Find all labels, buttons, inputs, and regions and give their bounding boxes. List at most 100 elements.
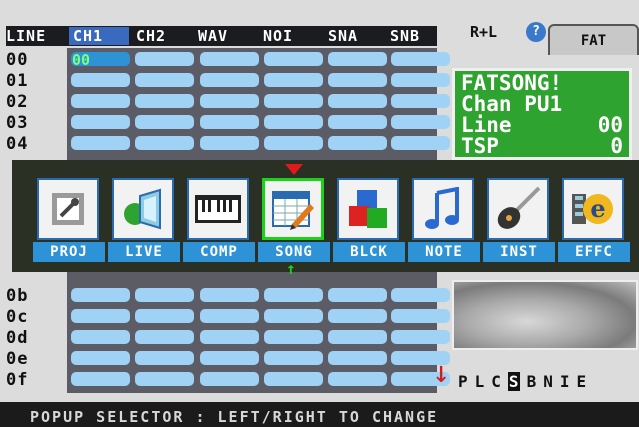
- grid-cell[interactable]: [135, 94, 194, 108]
- channel-ch1[interactable]: CH1: [69, 27, 129, 45]
- grid-cell[interactable]: [264, 73, 323, 87]
- grid-cell[interactable]: [71, 351, 130, 365]
- grid-cell[interactable]: [391, 288, 450, 302]
- grid-cell[interactable]: [71, 372, 130, 386]
- popup-item-note[interactable]: NOTE: [408, 178, 480, 263]
- channel-snb[interactable]: SNB: [390, 27, 440, 45]
- grid-cell[interactable]: [264, 115, 323, 129]
- row-label-0c: 0c: [6, 307, 29, 327]
- channel-header: LINE CH1 CH2 WAV NOI SNA SNB: [6, 26, 437, 46]
- grid-cell[interactable]: [200, 52, 259, 66]
- grid-cell[interactable]: [264, 94, 323, 108]
- grid-cell[interactable]: [71, 288, 130, 302]
- blocks-icon: [337, 178, 399, 240]
- grid-cell[interactable]: [71, 309, 130, 323]
- row-label-0e: 0e: [6, 349, 29, 369]
- grid-cell[interactable]: [200, 372, 259, 386]
- grid-cell[interactable]: [135, 52, 194, 66]
- grid-cell[interactable]: [391, 52, 450, 66]
- grid-cell[interactable]: [71, 115, 130, 129]
- grid-cell[interactable]: [264, 351, 323, 365]
- proj-icon: [37, 178, 99, 240]
- grid-cell[interactable]: [200, 94, 259, 108]
- popup-label-note: NOTE: [408, 242, 480, 262]
- grid-cell[interactable]: [391, 115, 450, 129]
- channel-ch2[interactable]: CH2: [136, 27, 192, 45]
- grid-cell[interactable]: [391, 94, 450, 108]
- popup-item-effc[interactable]: e EFFC: [558, 178, 630, 263]
- grid-cell[interactable]: [264, 330, 323, 344]
- popup-item-inst[interactable]: INST: [483, 178, 555, 263]
- grid-cell[interactable]: [135, 372, 194, 386]
- popup-label-inst: INST: [483, 242, 555, 262]
- grid-cell[interactable]: [328, 288, 387, 302]
- grid-cell[interactable]: [135, 351, 194, 365]
- popup-item-song[interactable]: SONG: [258, 178, 330, 263]
- grid-cell[interactable]: [264, 288, 323, 302]
- grid-cell[interactable]: [391, 330, 450, 344]
- grid-cell[interactable]: [71, 73, 130, 87]
- grid-cell[interactable]: [328, 115, 387, 129]
- grid-cell[interactable]: [328, 52, 387, 66]
- grid-cell[interactable]: [328, 309, 387, 323]
- channel-noi[interactable]: NOI: [263, 27, 319, 45]
- popup-label-proj: PROJ: [33, 242, 105, 262]
- channel-wav[interactable]: WAV: [198, 27, 254, 45]
- row-label-00: 00: [6, 50, 29, 70]
- grid-cell[interactable]: [135, 288, 194, 302]
- grid-cell[interactable]: [264, 372, 323, 386]
- popup-item-blck[interactable]: BLCK: [333, 178, 405, 263]
- popup-item-comp[interactable]: COMP: [183, 178, 255, 263]
- grid-cell[interactable]: [328, 351, 387, 365]
- grid-cell[interactable]: [135, 136, 194, 150]
- grid-cell[interactable]: [135, 73, 194, 87]
- grid-cell[interactable]: [264, 52, 323, 66]
- grid-cell[interactable]: [328, 94, 387, 108]
- grid-cell[interactable]: [135, 309, 194, 323]
- grid-cell[interactable]: [328, 330, 387, 344]
- grid-cell[interactable]: [71, 94, 130, 108]
- info-line-2: Chan PU1: [461, 92, 563, 116]
- grid-cell[interactable]: [71, 330, 130, 344]
- grid-cell[interactable]: [391, 309, 450, 323]
- row-label-0b: 0b: [6, 286, 29, 306]
- down-arrow-icon: ↓: [432, 355, 451, 390]
- grid-cell[interactable]: [135, 330, 194, 344]
- screen-letter-s-selected: S: [507, 372, 520, 391]
- grid-cell[interactable]: [264, 309, 323, 323]
- grid-cell[interactable]: [200, 288, 259, 302]
- grid-cell[interactable]: [328, 136, 387, 150]
- grid-cell[interactable]: [391, 73, 450, 87]
- screen-letter-p: P: [458, 372, 475, 391]
- song-icon: [262, 178, 324, 240]
- popup-item-live[interactable]: LIVE: [108, 178, 180, 263]
- grid-cell[interactable]: [135, 115, 194, 129]
- info-line-1: FATSONG!: [461, 71, 563, 95]
- selector-down-arrow-icon: [285, 164, 303, 175]
- popup-label-effc: EFFC: [558, 242, 630, 262]
- channel-sna[interactable]: SNA: [328, 27, 384, 45]
- popup-item-proj[interactable]: PROJ: [33, 178, 105, 263]
- tab-fat[interactable]: FAT: [548, 24, 639, 55]
- help-icon[interactable]: ?: [526, 22, 546, 42]
- keyboard-icon: [187, 178, 249, 240]
- grid-cell[interactable]: [391, 136, 450, 150]
- screen-letter-b: B: [526, 372, 544, 391]
- screen-letter-n: N: [543, 372, 560, 391]
- grid-cell[interactable]: [328, 372, 387, 386]
- screen-map[interactable]: PLCS BNIE: [458, 370, 639, 394]
- selected-cell-value[interactable]: 00: [72, 53, 112, 68]
- grid-cell[interactable]: [200, 73, 259, 87]
- grid-cell[interactable]: [328, 73, 387, 87]
- screen-letter-l: L: [474, 372, 492, 391]
- song-info-panel: FATSONG! Chan PU1 Line 00 TSP 0: [452, 68, 632, 160]
- grid-cell[interactable]: [200, 309, 259, 323]
- row-label-02: 02: [6, 92, 29, 112]
- grid-cell[interactable]: [264, 136, 323, 150]
- grid-cell[interactable]: [71, 136, 130, 150]
- row-label-0f: 0f: [6, 370, 29, 390]
- grid-cell[interactable]: [200, 136, 259, 150]
- grid-cell[interactable]: [200, 115, 259, 129]
- grid-cell[interactable]: [200, 351, 259, 365]
- grid-cell[interactable]: [200, 330, 259, 344]
